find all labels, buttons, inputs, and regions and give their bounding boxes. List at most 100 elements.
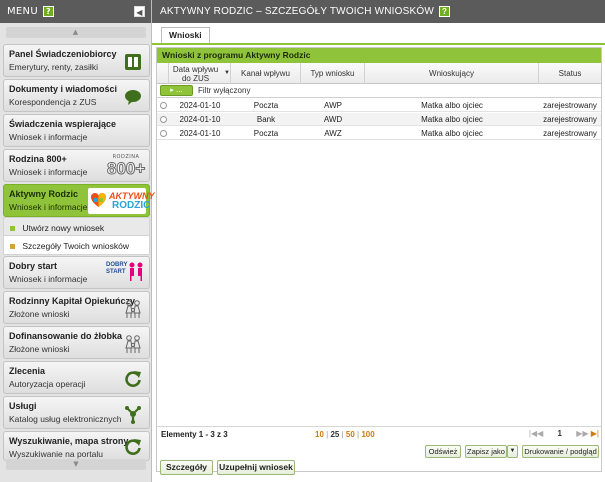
page-size-50[interactable]: 50 (346, 430, 355, 439)
page-size-10[interactable]: 10 (315, 430, 324, 439)
applications-panel: Wnioski z programu Aktywny Rodzic Data w… (156, 47, 602, 475)
page-size-selector: 10 | 25 | 50 | 100 (315, 430, 375, 439)
panel-title: Wnioski z programu Aktywny Rodzic (157, 48, 601, 63)
last-page-icon[interactable]: ▶| (591, 429, 599, 438)
dobry-start-logo: DOBRY START (106, 262, 144, 284)
subitem-label: Szczegóły Twoich wniosków (22, 241, 129, 251)
logo-rodzic-text: RODZIC (112, 200, 151, 211)
sidebar-item-panel-swiadczeniobiorcy[interactable]: Panel Świadczeniobiorcy Emerytury, renty… (3, 44, 150, 77)
tab-underline (152, 43, 605, 45)
sidebar-item-aktywny-rodzic[interactable]: Aktywny Rodzic Wniosek i informacje AKTY… (3, 184, 155, 217)
family-icon (125, 335, 141, 353)
aktywny-rodzic-logo: AKTYWNY RODZIC (88, 188, 155, 214)
sidebar-item-uslugi[interactable]: Usługi Katalog usług elektronicznych (3, 396, 150, 429)
subitem-szczegoly-wnioskow[interactable]: Szczegóły Twoich wniosków (3, 235, 150, 255)
subitem-label: Utwórz nowy wniosek (22, 223, 105, 233)
children-icon (129, 262, 143, 281)
pager-nav: |◀◀ 1 ▶▶ ▶| (529, 429, 599, 438)
sidebar-scroll-up[interactable]: ▲ (0, 23, 151, 41)
help-icon[interactable]: ? (438, 6, 450, 17)
print-preview-button[interactable]: Drukowanie / podgląd (522, 445, 599, 458)
bullet-icon (10, 226, 15, 232)
page-header: AKTYWNY RODZIC – SZCZEGÓŁY TWOICH WNIOSK… (152, 0, 605, 23)
current-page: 1 (557, 429, 562, 438)
logo-dobry-text: DOBRY (106, 262, 128, 268)
column-header-applicant[interactable]: Wnioskujący (365, 63, 539, 84)
refresh-icon (125, 439, 141, 455)
rodzina-800-logo: RODZINA 800+ (107, 154, 146, 178)
cell-type: AWP (324, 101, 342, 110)
table-row[interactable]: 2024-01-10 Bank AWD Matka albo ojciec za… (157, 113, 601, 126)
column-header-date[interactable]: Data wpływu do ZUS ▼ (169, 63, 231, 84)
collapse-icon[interactable]: ◀ (134, 6, 145, 17)
column-header-status[interactable]: Status (539, 63, 601, 84)
sidebar-item-dokumenty[interactable]: Dokumenty i wiadomości Korespondencja z … (3, 79, 150, 112)
page-size-100[interactable]: 100 (361, 430, 374, 439)
cell-type: AWZ (324, 129, 342, 138)
save-as-button[interactable]: Zapisz jako (465, 445, 507, 458)
sidebar-item-rodzinny-kapital[interactable]: Rodzinny Kapitał Opiekuńczy Złożone wnio… (3, 291, 150, 324)
refresh-button[interactable]: Odśwież (425, 445, 461, 458)
sidebar-item-dobry-start[interactable]: Dobry start Wniosek i informacje DOBRY S… (3, 256, 150, 289)
cell-date: 2024-01-10 (179, 101, 221, 110)
cell-applicant: Matka albo ojciec (421, 101, 483, 110)
filter-button[interactable]: ▸ ... (160, 85, 193, 96)
cell-applicant: Matka albo ojciec (421, 129, 483, 138)
row-radio[interactable] (160, 116, 167, 123)
row-radio[interactable] (160, 102, 167, 109)
filter-status: Filtr wyłączony (198, 86, 251, 95)
next-pages-icon-2[interactable]: ▶ (582, 429, 588, 438)
pager-range: Elementy 1 - 3 z 3 (161, 430, 228, 439)
sidebar-item-dofinansowanie-zlobka[interactable]: Dofinansowanie do żłobka Złożone wnioski (3, 326, 150, 359)
tab-bar: Wnioski (152, 23, 605, 43)
save-as-dropdown-icon[interactable]: ▼ (507, 445, 518, 458)
logo-800-text: 800+ (107, 159, 146, 178)
column-label: Kanał wpływu (241, 69, 290, 78)
sidebar-item-zlecenia[interactable]: Zlecenia Autoryzacja operacji (3, 361, 150, 394)
cell-applicant: Matka albo ojciec (421, 115, 483, 124)
column-label: Data wpływu do ZUS (172, 64, 219, 83)
services-icon (125, 406, 141, 424)
column-header-type[interactable]: Typ wniosku (301, 63, 365, 84)
tab-wnioski[interactable]: Wnioski (161, 27, 210, 43)
page-title: AKTYWNY RODZIC – SZCZEGÓŁY TWOICH WNIOSK… (160, 6, 434, 17)
sidebar-item-swiadczenia-wspierajace[interactable]: Świadczenia wspierające Wniosek i inform… (3, 114, 150, 147)
sidebar-item-subtitle: Wniosek i informacje (9, 132, 88, 142)
column-select (157, 63, 169, 84)
sort-desc-icon[interactable]: ▼ (224, 69, 230, 78)
logo-start-text: START (106, 269, 126, 275)
separator: | (341, 430, 344, 439)
column-label: Typ wniosku (310, 69, 355, 78)
chevron-up-icon[interactable]: ▲ (5, 26, 146, 38)
cell-status: zarejestrowany (543, 115, 597, 124)
column-label: Wnioskujący (429, 69, 474, 78)
cell-date: 2024-01-10 (179, 129, 221, 138)
sidebar-item-rodzina-800[interactable]: Rodzina 800+ Wniosek i informacje RODZIN… (3, 149, 150, 182)
help-icon[interactable]: ? (42, 6, 54, 17)
sidebar: MENU ? ◀ ▲ Panel Świadczeniobiorcy Emery… (0, 0, 155, 482)
sidebar-title: MENU (7, 6, 38, 17)
family-icon (125, 300, 141, 318)
complete-application-button[interactable]: Uzupełnij wniosek (217, 460, 295, 475)
puzzle-heart-icon (91, 193, 106, 207)
refresh-icon (125, 371, 141, 387)
chevron-down-icon[interactable]: ▼ (6, 459, 146, 470)
table-row[interactable]: 2024-01-10 Poczta AWP Matka albo ojciec … (157, 99, 601, 112)
details-button[interactable]: Szczegóły (160, 460, 213, 475)
row-radio[interactable] (160, 130, 167, 137)
account-panel-icon (125, 54, 141, 70)
separator: | (326, 430, 329, 439)
subitem-utworz-nowy-wniosek[interactable]: Utwórz nowy wniosek (3, 217, 150, 237)
cell-channel: Poczta (253, 129, 279, 138)
first-page-icon[interactable]: |◀◀ (529, 429, 543, 438)
cell-date: 2024-01-10 (179, 115, 221, 124)
page-size-25[interactable]: 25 (330, 430, 339, 439)
sidebar-scroll-down[interactable]: ▼ (6, 459, 146, 470)
column-header-channel[interactable]: Kanał wpływu (231, 63, 301, 84)
table-row[interactable]: 2024-01-10 Poczta AWZ Matka albo ojciec … (157, 127, 601, 140)
sidebar-item-wyszukiwanie[interactable]: Wyszukiwanie, mapa strony Wyszukiwanie n… (3, 431, 150, 461)
cell-status: zarejestrowany (543, 129, 597, 138)
speech-bubble-icon (125, 90, 141, 105)
cell-channel: Bank (256, 115, 276, 124)
bullet-icon (10, 244, 15, 250)
